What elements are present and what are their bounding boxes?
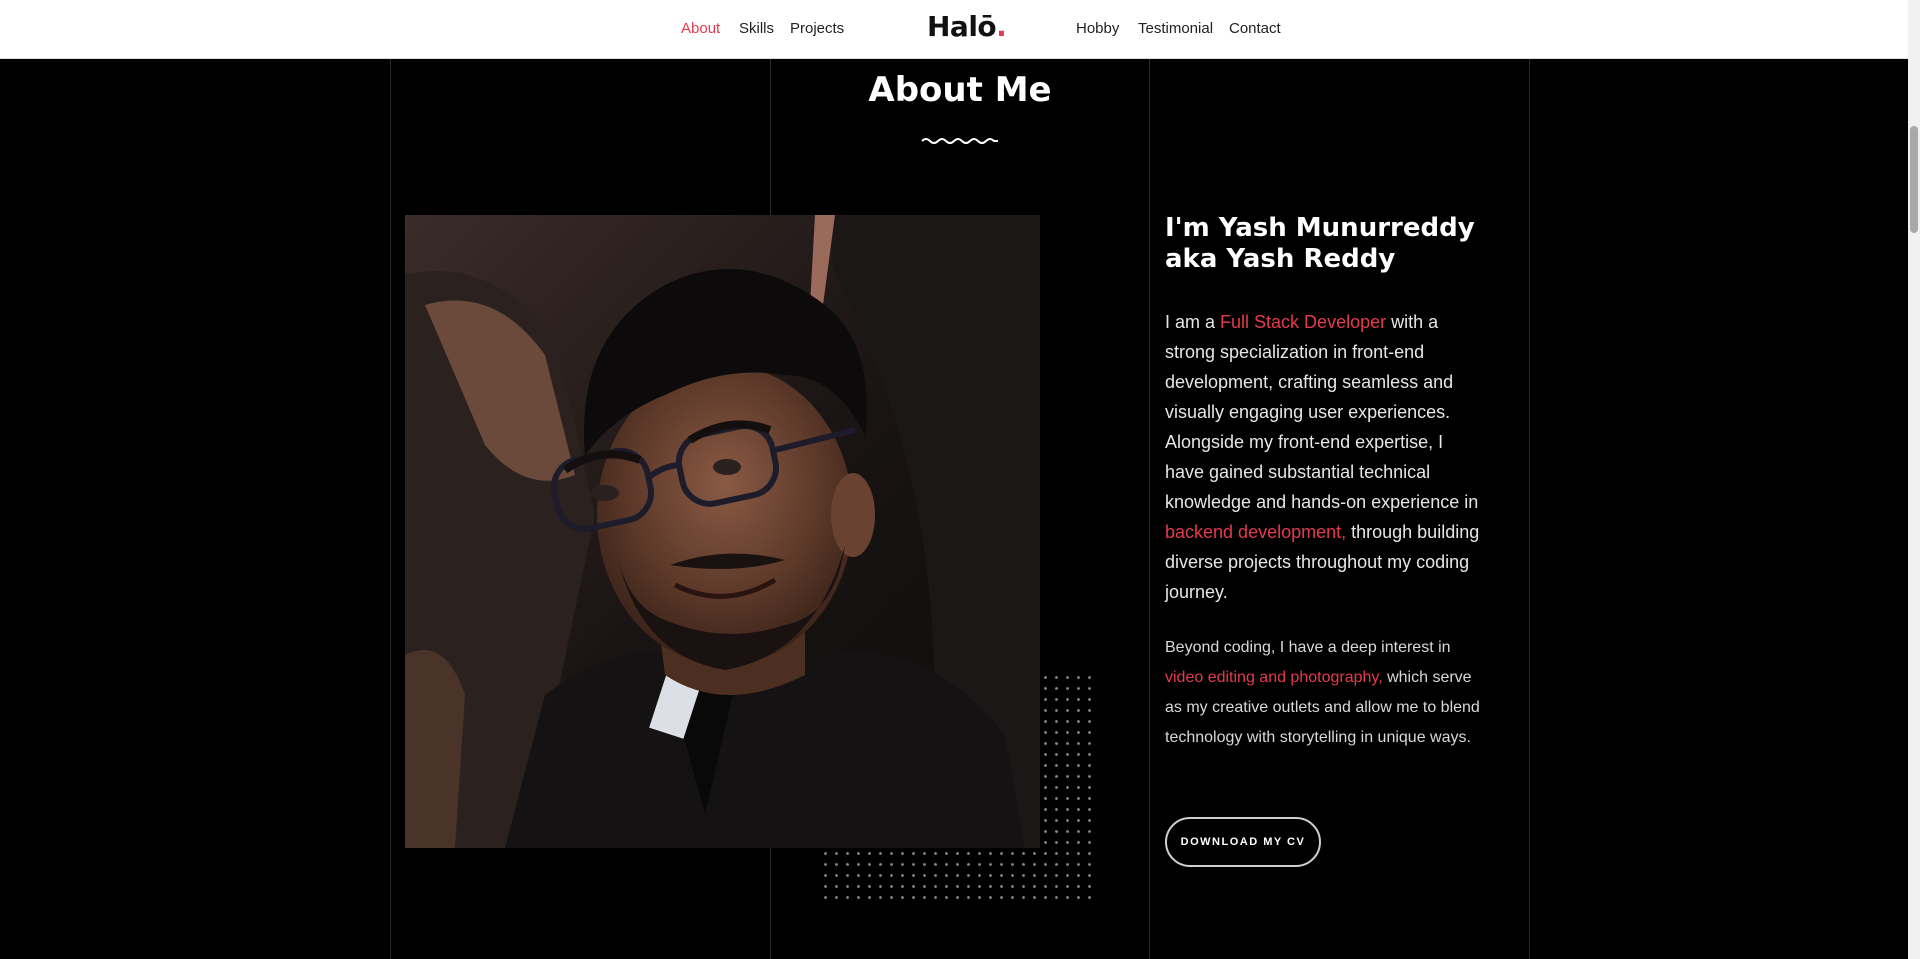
highlight-backend: backend development, xyxy=(1165,522,1347,542)
highlight-interest: video editing and photography, xyxy=(1165,669,1383,686)
profile-portrait-image xyxy=(405,215,1040,848)
scrollbar[interactable] xyxy=(1908,0,1920,959)
download-cv-button[interactable]: DOWNLOAD MY CV xyxy=(1165,817,1321,867)
about-text: with a strong specialization in front-en… xyxy=(1165,312,1479,512)
grid-line xyxy=(1529,58,1530,959)
nav-link-testimonial[interactable]: Testimonial xyxy=(1138,20,1213,37)
nav-link-skills[interactable]: Skills xyxy=(739,20,774,37)
grid-line xyxy=(1149,58,1150,959)
section-title: About Me xyxy=(868,70,1052,110)
nav-link-projects[interactable]: Projects xyxy=(790,20,844,37)
navbar: About Skills Projects Halō. Hobby Testim… xyxy=(0,0,1908,59)
about-paragraph-secondary: Beyond coding, I have a deep interest in… xyxy=(1165,633,1485,753)
profile-photo xyxy=(405,215,1040,848)
grid-line xyxy=(390,58,391,959)
highlight-role: Full Stack Developer xyxy=(1220,312,1387,332)
about-heading: I'm Yash Munurreddy aka Yash Reddy xyxy=(1165,213,1475,274)
squiggle-divider-icon xyxy=(921,138,998,144)
about-paragraph-primary: I am a Full Stack Developer with a stron… xyxy=(1165,307,1485,607)
logo-text: Halō xyxy=(927,10,997,43)
about-text: Beyond coding, I have a deep interest in xyxy=(1165,639,1451,656)
about-text: I am a xyxy=(1165,312,1221,332)
logo-dot: . xyxy=(996,10,1007,43)
logo[interactable]: Halō. xyxy=(927,10,1007,43)
nav-link-about[interactable]: About xyxy=(681,20,720,37)
scrollbar-thumb[interactable] xyxy=(1910,126,1918,233)
nav-link-hobby[interactable]: Hobby xyxy=(1076,20,1119,37)
nav-link-contact[interactable]: Contact xyxy=(1229,20,1281,37)
